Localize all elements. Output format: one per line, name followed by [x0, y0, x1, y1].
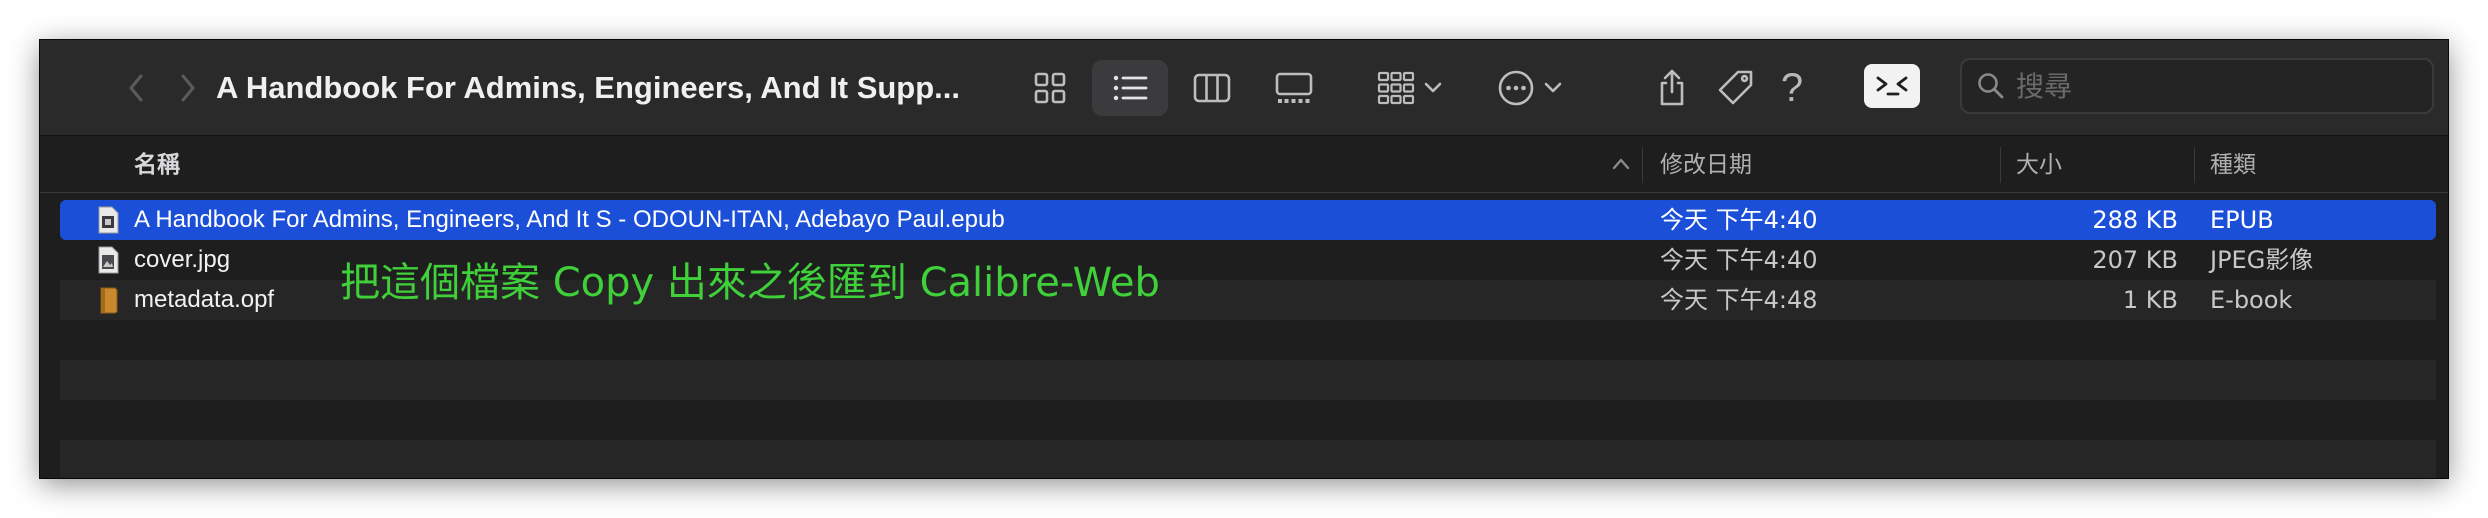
column-divider[interactable] — [2000, 147, 2001, 183]
file-name: cover.jpg — [134, 246, 231, 273]
search-field[interactable] — [1960, 58, 2434, 114]
file-kind: EPUB — [2210, 206, 2274, 234]
columns-icon — [1193, 73, 1231, 103]
column-header: 名稱 修改日期 大小 種類 — [40, 137, 2448, 193]
empty-row — [60, 360, 2436, 400]
tag-button[interactable] — [1708, 60, 1764, 116]
group-grid-icon — [1377, 71, 1415, 105]
empty-row — [60, 400, 2436, 440]
share-button[interactable] — [1644, 60, 1700, 116]
window-title: A Handbook For Admins, Engineers, And It… — [216, 70, 961, 105]
empty-row — [60, 320, 2436, 360]
terminal-button[interactable] — [1864, 64, 1920, 108]
column-divider[interactable] — [1642, 147, 1643, 183]
chevron-down-icon — [1544, 82, 1562, 93]
search-icon — [1978, 73, 2004, 99]
tag-icon — [1718, 70, 1753, 105]
file-size: 288 KB — [2092, 206, 2178, 234]
file-date: 今天 下午4:40 — [1660, 206, 1818, 234]
file-kind: JPEG影像 — [2210, 246, 2314, 274]
icon-view-button[interactable] — [1012, 60, 1088, 116]
terminal-icon — [1876, 76, 1908, 96]
back-button[interactable] — [112, 64, 160, 112]
column-view-button[interactable] — [1174, 60, 1250, 116]
chevron-left-icon — [129, 74, 143, 102]
sort-ascending-icon[interactable] — [1612, 157, 1630, 171]
gallery-icon — [1275, 72, 1313, 103]
forward-button[interactable] — [164, 64, 212, 112]
file-date: 今天 下午4:48 — [1660, 286, 1818, 314]
action-menu-button[interactable] — [1496, 60, 1562, 116]
annotation-text: 把這個檔案 Copy 出來之後匯到 Calibre-Web — [340, 260, 1160, 306]
file-name: A Handbook For Admins, Engineers, And It… — [134, 206, 1005, 233]
help-button[interactable]: ? — [1764, 60, 1820, 116]
grid-icon — [1034, 72, 1066, 104]
opf-file-icon — [100, 287, 118, 314]
file-size: 1 KB — [2122, 286, 2178, 314]
toolbar: A Handbook For Admins, Engineers, And It… — [40, 40, 2448, 136]
finder-window: A Handbook For Admins, Engineers, And It… — [40, 40, 2448, 478]
search-input[interactable] — [2016, 69, 2416, 103]
date-column-header[interactable]: 修改日期 — [1660, 137, 1752, 193]
list-view-button[interactable] — [1092, 60, 1168, 116]
kind-column-header[interactable]: 種類 — [2210, 137, 2256, 193]
size-column-header[interactable]: 大小 — [2016, 137, 2062, 193]
question-mark-icon: ? — [1780, 66, 1804, 110]
file-name: metadata.opf — [134, 286, 275, 313]
chevron-down-icon — [1424, 82, 1442, 93]
file-date: 今天 下午4:40 — [1660, 246, 1818, 274]
list-icon — [1113, 75, 1148, 101]
name-column-header[interactable]: 名稱 — [134, 137, 180, 193]
empty-row — [60, 440, 2436, 478]
image-file-icon — [98, 246, 119, 274]
epub-file-icon — [98, 206, 119, 234]
group-button[interactable] — [1376, 60, 1442, 116]
file-size: 207 KB — [2092, 246, 2178, 274]
chevron-right-icon — [181, 74, 195, 102]
column-divider[interactable] — [2194, 147, 2195, 183]
share-icon — [1660, 69, 1684, 106]
gallery-view-button[interactable] — [1256, 60, 1332, 116]
ellipsis-circle-icon — [1498, 70, 1534, 106]
file-row[interactable]: A Handbook For Admins, Engineers, And It… — [60, 200, 2436, 240]
file-kind: E-book — [2210, 286, 2293, 314]
